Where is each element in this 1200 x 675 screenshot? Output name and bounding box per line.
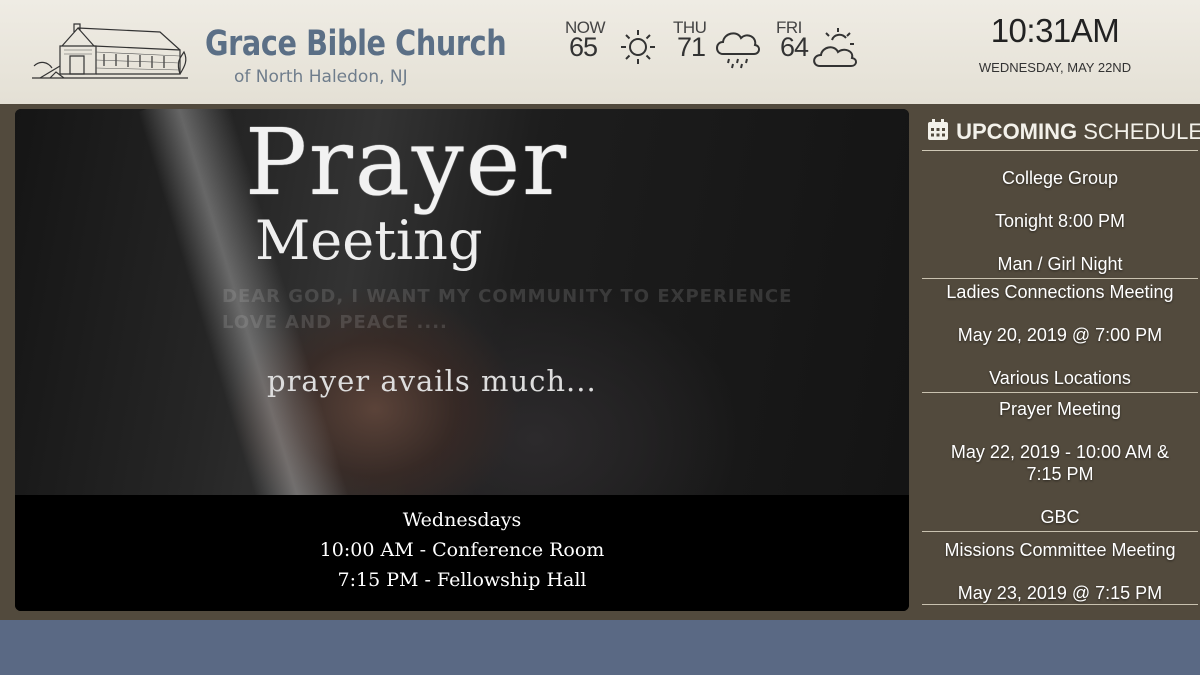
event-when: May 20, 2019 @ 7:00 PM: [957, 325, 1163, 345]
slide-subtitle: Meeting: [255, 209, 483, 272]
slide-title: Prayer: [245, 109, 569, 216]
event-when: May 23, 2019 @ 7:15 PM: [957, 583, 1163, 603]
list-item: College Group Tonight 8:00 PM Man / Girl…: [922, 151, 1198, 279]
weather-temp: 65: [569, 32, 598, 62]
event-name: Ladies Connections Meeting: [946, 282, 1174, 302]
church-name: Grace Bible Church: [205, 24, 507, 64]
church-location: of North Haledon, NJ: [234, 67, 408, 87]
slide-caption: Wednesdays 10:00 AM - Conference Room 7:…: [15, 495, 909, 611]
list-item: Ladies Connections Meeting May 20, 2019 …: [922, 279, 1198, 393]
event-name: Missions Committee Meeting: [944, 540, 1176, 560]
sun-icon: [621, 30, 655, 64]
event-location: Man / Girl Night: [997, 254, 1123, 274]
clock: 10:31AM WEDNESDAY, MAY 22ND: [940, 12, 1170, 75]
header-bar: Grace Bible Church of North Haledon, NJ …: [0, 0, 1200, 104]
caption-time-1: 10:00 AM - Conference Room: [319, 539, 605, 561]
event-location: GBC: [1040, 507, 1080, 527]
prayer-meeting-slide: Prayer Meeting DEAR GOD, I WANT MY COMMU…: [15, 109, 909, 611]
event-location: Various Locations: [989, 368, 1131, 388]
list-item: Missions Committee Meeting May 23, 2019 …: [922, 532, 1198, 605]
weather-temp: 71: [677, 32, 706, 62]
clock-date: WEDNESDAY, MAY 22ND: [978, 60, 1132, 75]
schedule-list: College Group Tonight 8:00 PM Man / Girl…: [922, 151, 1198, 617]
praying-hands-photo: Prayer Meeting DEAR GOD, I WANT MY COMMU…: [15, 109, 909, 533]
caption-day: Wednesdays: [402, 509, 522, 531]
weather-fri: FRI 64: [776, 18, 871, 78]
slide-tagline: prayer avails much...: [267, 364, 597, 398]
partly-cloudy-icon: [813, 28, 857, 67]
slide-faded-text: DEAR GOD, I WANT MY COMMUNITY TO EXPERIE…: [222, 286, 793, 333]
schedule-heading: UPCOMING SCHEDULE: [926, 118, 1200, 150]
clock-time: 10:31AM: [990, 12, 1120, 49]
schedule-heading-rest: SCHEDULE: [1083, 119, 1200, 144]
list-item: Prayer Meeting May 22, 2019 - 10:00 AM &…: [922, 393, 1198, 532]
event-name: Prayer Meeting: [998, 399, 1122, 419]
rain-cloud-icon: [716, 32, 760, 69]
weather-now: NOW 65: [565, 18, 660, 78]
event-when: May 22, 2019 - 10:00 AM & 7:15 PM: [950, 442, 1170, 484]
weather-thu: THU 71: [673, 18, 768, 78]
calendar-icon: [928, 119, 948, 140]
caption-time-2: 7:15 PM - Fellowship Hall: [337, 569, 587, 591]
church-building-logo: [32, 23, 188, 79]
event-when: Tonight 8:00 PM: [994, 211, 1126, 231]
event-name: College Group: [1001, 168, 1119, 188]
weather-temp: 64: [780, 32, 809, 62]
schedule-heading-bold: UPCOMING: [956, 119, 1078, 144]
footer-strip: [0, 620, 1200, 675]
